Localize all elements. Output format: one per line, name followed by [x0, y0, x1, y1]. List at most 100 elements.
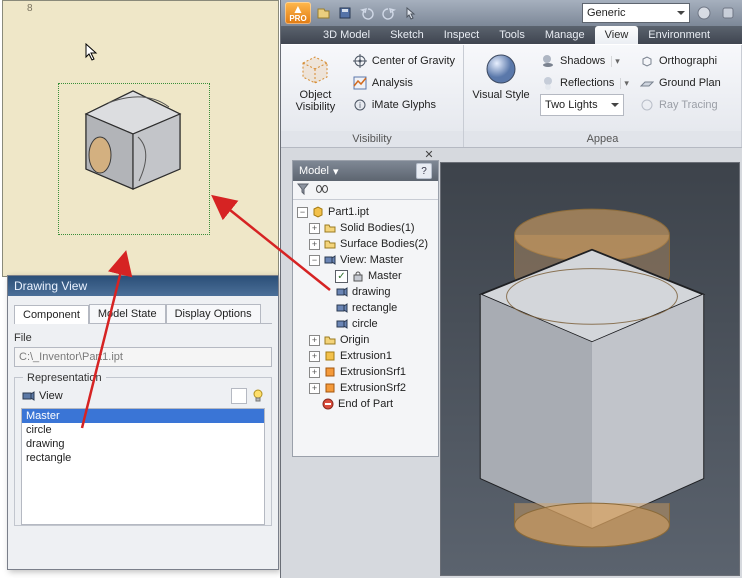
visual-style-button[interactable]: Visual Style: [470, 49, 532, 101]
list-item[interactable]: drawing: [22, 437, 264, 451]
expand-icon[interactable]: +: [309, 239, 320, 250]
camera-icon: [335, 285, 349, 299]
tab-tools[interactable]: Tools: [489, 26, 535, 44]
tab-view[interactable]: View: [595, 26, 639, 44]
app-logo-icon[interactable]: ▲PRO: [285, 2, 311, 24]
viewport-3d[interactable]: [440, 162, 740, 576]
center-of-gravity-button[interactable]: Center of Gravity: [350, 51, 457, 71]
node-label[interactable]: Master: [368, 270, 402, 282]
imate-icon: i: [352, 97, 368, 113]
lightbulb-icon[interactable]: [251, 389, 265, 403]
expand-icon[interactable]: +: [309, 367, 320, 378]
end-of-part-icon: [321, 397, 335, 411]
find-icon[interactable]: [315, 183, 329, 198]
reflections-button[interactable]: Reflections▾: [538, 73, 631, 93]
expand-icon[interactable]: −: [309, 255, 320, 266]
help-icon[interactable]: ?: [416, 163, 432, 179]
appearance-dialog-icon[interactable]: [718, 3, 738, 23]
panel-title-visibility: Visibility: [281, 131, 463, 147]
expand-icon[interactable]: +: [309, 383, 320, 394]
checkbox[interactable]: ✓: [335, 270, 348, 283]
tab-manage[interactable]: Manage: [535, 26, 595, 44]
tab-environment[interactable]: Environment: [638, 26, 720, 44]
list-item[interactable]: rectangle: [22, 451, 264, 465]
shadows-button[interactable]: Shadows▾: [538, 51, 631, 71]
ortho-cube-icon: [639, 53, 655, 69]
lock-icon: [351, 269, 365, 283]
material-dropdown[interactable]: Generic: [582, 3, 690, 23]
close-icon[interactable]: ✕: [422, 147, 436, 161]
node-label[interactable]: drawing: [352, 286, 391, 298]
analysis-icon: [352, 75, 368, 91]
qat-save-icon[interactable]: [335, 3, 355, 23]
tab-display-options[interactable]: Display Options: [166, 304, 261, 323]
node-label[interactable]: Origin: [340, 334, 369, 346]
extrusion-icon: [323, 349, 337, 363]
expand-icon[interactable]: +: [309, 351, 320, 362]
node-label[interactable]: ExtrusionSrf2: [340, 382, 406, 394]
browser-toolbar: [293, 181, 438, 200]
sphere-icon: [483, 51, 519, 87]
file-path-field[interactable]: [14, 347, 272, 367]
dialog-title: Drawing View: [8, 276, 278, 296]
expand-icon[interactable]: −: [297, 207, 308, 218]
orthographic-button[interactable]: Orthographi: [637, 51, 723, 71]
node-label[interactable]: ExtrusionSrf1: [340, 366, 406, 378]
view-representation-list[interactable]: Master circle drawing rectangle: [21, 408, 265, 525]
object-visibility-button[interactable]: Object Visibility: [287, 49, 344, 113]
lights-dropdown[interactable]: Two Lights: [538, 95, 631, 115]
node-label[interactable]: Extrusion1: [340, 350, 392, 362]
node-label[interactable]: Surface Bodies(2): [340, 238, 428, 250]
inventor-app: ▲PRO Generic 3D Model Sketch Inspect Too…: [280, 0, 742, 578]
node-label[interactable]: circle: [352, 318, 378, 330]
title-bar: ▲PRO Generic: [281, 0, 742, 26]
tab-component[interactable]: Component: [14, 305, 89, 324]
view-label: View: [39, 390, 63, 402]
appearance-swatch-icon[interactable]: [694, 3, 714, 23]
drawing-sheet: 8: [2, 0, 279, 277]
drawing-view-dialog: Drawing View Component Model State Displ…: [7, 275, 279, 570]
cube-dashed-icon: [297, 51, 333, 87]
qat-open-icon[interactable]: [313, 3, 333, 23]
tab-3d-model[interactable]: 3D Model: [313, 26, 380, 44]
camera-icon: [335, 301, 349, 315]
imate-glyphs-button[interactable]: iiMate Glyphs: [350, 95, 457, 115]
ground-plane-icon: [639, 75, 655, 91]
analysis-button[interactable]: Analysis: [350, 73, 457, 93]
browser-title-bar[interactable]: Model▾ ?: [293, 161, 438, 181]
list-item[interactable]: circle: [22, 423, 264, 437]
camera-icon: [21, 389, 35, 403]
dialog-tabs: Component Model State Display Options: [14, 301, 272, 324]
associative-toggle[interactable]: [231, 388, 247, 404]
folder-icon: [323, 333, 337, 347]
viewport-model: [441, 163, 739, 575]
ground-plane-button[interactable]: Ground Plan: [637, 73, 723, 93]
shadows-icon: [540, 53, 556, 69]
tab-inspect[interactable]: Inspect: [434, 26, 489, 44]
ribbon: Object Visibility Center of Gravity Anal…: [281, 44, 742, 148]
node-label[interactable]: Part1.ipt: [328, 206, 369, 218]
folder-icon: [323, 237, 337, 251]
tab-sketch[interactable]: Sketch: [380, 26, 434, 44]
node-label[interactable]: End of Part: [338, 398, 393, 410]
cog-target-icon: [352, 53, 368, 69]
camera-icon: [323, 253, 337, 267]
model-browser: ✕ Model▾ ? −Part1.ipt +Solid Bodies(1) +…: [292, 160, 439, 457]
node-label[interactable]: View: Master: [340, 254, 403, 266]
expand-icon[interactable]: +: [309, 223, 320, 234]
expand-icon[interactable]: +: [309, 335, 320, 346]
list-item[interactable]: Master: [22, 409, 264, 423]
qat-undo-icon[interactable]: [357, 3, 377, 23]
file-label: File: [14, 332, 272, 344]
representation-group: Representation View Master circle drawin…: [14, 377, 272, 526]
part-icon: [311, 205, 325, 219]
cursor-icon: [85, 43, 101, 63]
node-label[interactable]: rectangle: [352, 302, 397, 314]
ray-tracing-button[interactable]: Ray Tracing: [637, 95, 723, 115]
qat-select-icon[interactable]: [401, 3, 421, 23]
node-label[interactable]: Solid Bodies(1): [340, 222, 415, 234]
filter-icon[interactable]: [297, 183, 309, 198]
qat-redo-icon[interactable]: [379, 3, 399, 23]
tab-model-state[interactable]: Model State: [89, 304, 166, 323]
model-tree[interactable]: − Part1.ipt + Solid Bodies(1) + Surface Bod…: [293, 200, 438, 416]
